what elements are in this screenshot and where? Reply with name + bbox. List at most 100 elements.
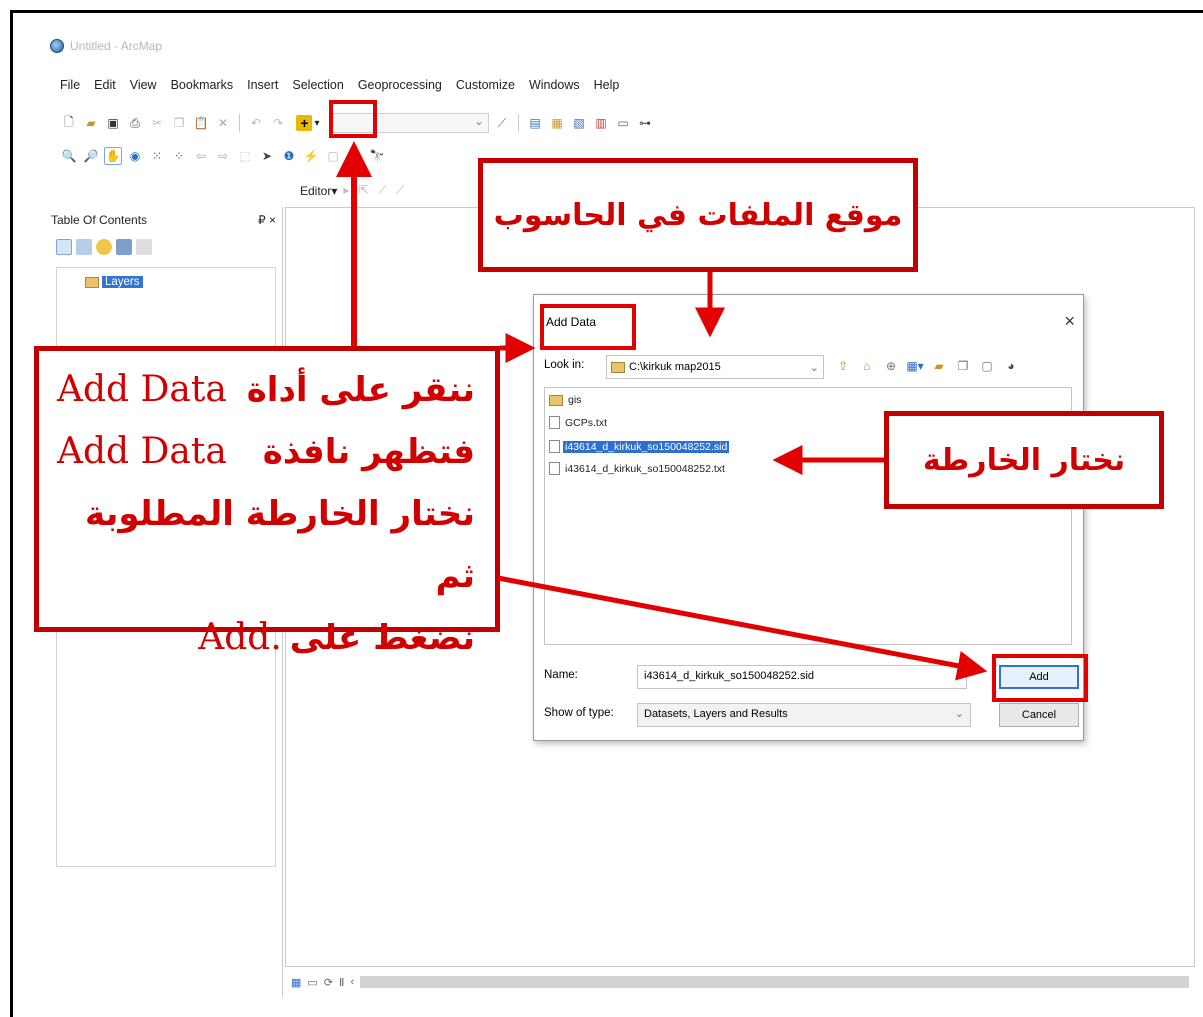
instruction-line-1: Add Data ننقر على أداة: [57, 359, 475, 421]
list-by-visibility-icon[interactable]: [96, 239, 112, 255]
map-view-controls: ▦ ▭ ⟳ Ⅱ ‹: [285, 972, 1195, 992]
folder-icon: [549, 394, 563, 406]
list-by-drawing-order-icon[interactable]: [56, 239, 72, 255]
show-of-type-label: Show of type:: [544, 707, 614, 719]
fixed-zoom-in-icon[interactable]: ⁙: [148, 147, 166, 165]
text-file-icon: [549, 462, 560, 475]
add-data-button[interactable]: + ▾: [291, 112, 325, 134]
select-elements-icon[interactable]: ➤: [258, 147, 276, 165]
toolbar-separator: [518, 114, 519, 132]
up-one-level-icon[interactable]: ⇧: [834, 357, 852, 375]
fixed-zoom-out-icon[interactable]: ⁘: [170, 147, 188, 165]
identify-icon[interactable]: ❶: [280, 147, 298, 165]
connect-to-server-icon[interactable]: ◕: [1002, 357, 1020, 375]
delete-icon[interactable]: ✕: [214, 114, 232, 132]
toolbar-separator: [239, 114, 240, 132]
delete-icon[interactable]: ▢: [978, 357, 996, 375]
cancel-button[interactable]: Cancel: [999, 703, 1079, 727]
menu-windows[interactable]: Windows: [529, 78, 580, 98]
full-extent-icon[interactable]: ◉: [126, 147, 144, 165]
layers-label: Layers: [102, 276, 143, 288]
file-name: i43614_d_kirkuk_so150048252.txt: [565, 462, 725, 475]
view-options-icon[interactable]: ▦▾: [906, 357, 924, 375]
file-location-callout-text: موقع الملفات في الحاسوب: [493, 197, 903, 233]
forward-extent-icon[interactable]: ⇨: [214, 147, 232, 165]
new-document-icon[interactable]: 🗋: [60, 114, 78, 132]
refresh-icon[interactable]: ⟳: [324, 976, 333, 989]
menu-bookmarks[interactable]: Bookmarks: [171, 78, 234, 98]
arctoolbox-icon[interactable]: ▥: [592, 114, 610, 132]
editor-menu[interactable]: Editor▾: [300, 184, 337, 198]
toc-toolbar: [56, 239, 152, 255]
choose-map-callout-text: نختار الخارطة: [922, 442, 1126, 478]
save-icon[interactable]: ▣: [104, 114, 122, 132]
catalog-icon[interactable]: ▦: [548, 114, 566, 132]
list-item[interactable]: gis: [549, 394, 583, 406]
layout-view-icon[interactable]: ▭: [307, 976, 317, 989]
file-name: gis: [568, 394, 582, 406]
html-popup-icon[interactable]: ▢: [324, 147, 342, 165]
data-view-icon[interactable]: ▦: [291, 976, 301, 989]
menu-bar: File Edit View Bookmarks Insert Selectio…: [60, 78, 619, 98]
zoom-in-icon[interactable]: 🔍: [60, 147, 78, 165]
list-item[interactable]: GCPs.txt: [549, 416, 609, 429]
copy-icon[interactable]: ❐: [170, 114, 188, 132]
options-icon[interactable]: [136, 239, 152, 255]
redo-icon[interactable]: ↷: [269, 114, 287, 132]
add-data-tool-highlight: [329, 100, 377, 138]
table-icon[interactable]: ▤: [526, 114, 544, 132]
show-of-type-dropdown[interactable]: Datasets, Layers and Results ⌄: [637, 703, 971, 727]
look-in-label: Look in:: [544, 359, 585, 371]
close-icon[interactable]: ×: [1064, 311, 1075, 332]
print-icon[interactable]: ⎙: [126, 114, 144, 132]
hyperlink-icon[interactable]: ⚡: [302, 147, 320, 165]
editor-toolbar-icon[interactable]: ⟋: [493, 114, 511, 132]
chevron-down-icon: ⌄: [954, 708, 964, 720]
instruction-line-3: نختار الخارطة المطلوبة ثم: [85, 494, 475, 596]
instruction-line-2: Add Data فتظهر نافذة: [57, 421, 475, 483]
connect-folder-icon[interactable]: ⊕: [882, 357, 900, 375]
menu-edit[interactable]: Edit: [94, 78, 116, 98]
instructions-callout: Add Data ننقر على أداة Add Data فتظهر نا…: [34, 346, 500, 658]
add-button-highlight: [992, 654, 1088, 702]
menu-selection[interactable]: Selection: [292, 78, 343, 98]
instruction-line-1-arabic: ننقر على أداة: [246, 370, 475, 410]
menu-view[interactable]: View: [130, 78, 157, 98]
name-field[interactable]: i43614_d_kirkuk_so150048252.sid: [637, 665, 967, 689]
pan-icon[interactable]: ✋: [104, 147, 122, 165]
find-icon[interactable]: 🔭: [368, 147, 386, 165]
python-window-icon[interactable]: ▭: [614, 114, 632, 132]
new-folder-icon[interactable]: ▰: [930, 357, 948, 375]
home-folder-icon[interactable]: ⌂: [858, 357, 876, 375]
zoom-out-icon[interactable]: 🔎: [82, 147, 100, 165]
file-location-callout: موقع الملفات في الحاسوب: [478, 158, 918, 272]
back-extent-icon[interactable]: ⇦: [192, 147, 210, 165]
open-icon[interactable]: ▰: [82, 114, 100, 132]
search-window-icon[interactable]: ▧: [570, 114, 588, 132]
menu-file[interactable]: File: [60, 78, 80, 98]
show-of-type-value: Datasets, Layers and Results: [644, 708, 788, 720]
measure-icon[interactable]: ⊞: [346, 147, 364, 165]
select-features-icon[interactable]: ⬚: [236, 147, 254, 165]
list-by-source-icon[interactable]: [76, 239, 92, 255]
pause-drawing-icon[interactable]: Ⅱ: [339, 976, 344, 989]
list-by-selection-icon[interactable]: [116, 239, 132, 255]
model-builder-icon[interactable]: ⊶: [636, 114, 654, 132]
cut-icon[interactable]: ✂: [148, 114, 166, 132]
list-item-selected[interactable]: i43614_d_kirkuk_so150048252.sid: [549, 440, 730, 453]
list-item[interactable]: i43614_d_kirkuk_so150048252.txt: [549, 462, 727, 475]
chevron-down-icon: ⌄: [809, 361, 819, 374]
undo-icon[interactable]: ↶: [247, 114, 265, 132]
menu-insert[interactable]: Insert: [247, 78, 278, 98]
layers-data-frame[interactable]: Layers: [85, 276, 143, 288]
scroll-left-icon[interactable]: ‹: [350, 976, 354, 988]
copy-icon[interactable]: ❐: [954, 357, 972, 375]
editor-toolbar: Editor▾ ▸ ⇱ ⟋ ⟋: [300, 183, 407, 198]
toc-pin-close-icon[interactable]: ₽ ×: [258, 213, 276, 233]
look-in-dropdown[interactable]: C:\kirkuk map2015 ⌄: [606, 355, 824, 379]
menu-customize[interactable]: Customize: [456, 78, 515, 98]
paste-icon[interactable]: 📋: [192, 114, 210, 132]
menu-help[interactable]: Help: [594, 78, 620, 98]
menu-geoprocessing[interactable]: Geoprocessing: [358, 78, 442, 98]
horizontal-scrollbar[interactable]: [360, 976, 1189, 988]
